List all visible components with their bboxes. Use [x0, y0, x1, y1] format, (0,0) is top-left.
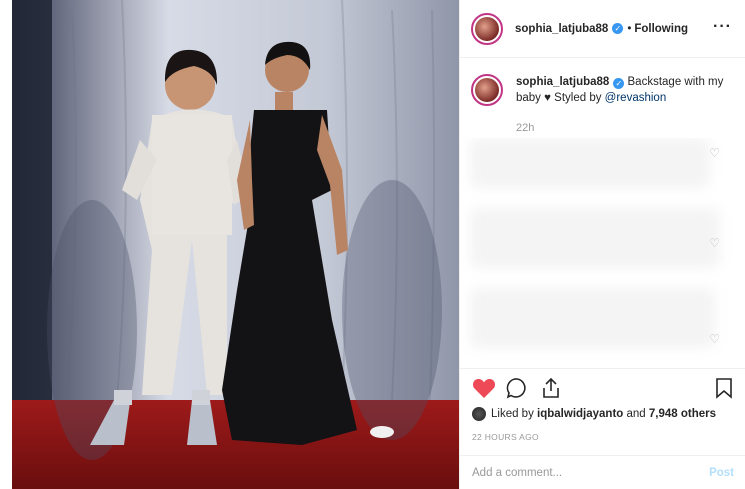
header-separator: • [627, 22, 632, 35]
share-icon[interactable] [540, 377, 562, 399]
post-timestamp[interactable]: 22 HOURS AGO [472, 432, 539, 442]
add-comment-bar: Post [460, 455, 745, 489]
liker-username[interactable]: iqbalwidjayanto [537, 408, 623, 420]
blurred-comment [470, 138, 710, 188]
post-header: sophia_latjuba88 ✓ • Following ··· [460, 0, 745, 58]
blurred-comment [470, 288, 715, 348]
author-username[interactable]: sophia_latjuba88 [515, 23, 608, 35]
caption-time[interactable]: 22h [516, 122, 534, 134]
comment-input[interactable] [472, 466, 710, 479]
action-bar [460, 368, 745, 406]
caption-username[interactable]: sophia_latjuba88 [516, 76, 609, 88]
caption-mention-link[interactable]: @revashion [605, 92, 667, 104]
photo-illustration [12, 0, 459, 489]
post-comment-button[interactable]: Post [709, 467, 734, 479]
post-side-panel: sophia_latjuba88 ✓ • Following ··· sophi… [459, 0, 745, 489]
caption-avatar[interactable] [471, 74, 503, 106]
following-button[interactable]: Following [634, 23, 688, 35]
author-avatar[interactable] [471, 12, 503, 45]
blurred-comment [470, 208, 720, 268]
heart-filled-icon[interactable] [472, 377, 496, 399]
bookmark-icon[interactable] [714, 377, 734, 399]
heart-outline-icon[interactable]: ♡ [709, 236, 720, 250]
verified-badge-icon: ✓ [613, 78, 625, 89]
caption-text: sophia_latjuba88 ✓ Backstage with my baby… [516, 74, 733, 106]
instagram-post-view: sophia_latjuba88 ✓ • Following ··· sophi… [0, 0, 745, 489]
liker-avatar[interactable] [472, 407, 486, 421]
likes-count-link[interactable]: 7,948 others [649, 408, 716, 420]
comment-icon[interactable] [506, 377, 528, 399]
more-icon[interactable]: ··· [713, 18, 732, 36]
heart-outline-icon[interactable]: ♡ [709, 332, 720, 346]
likes-summary: Liked by iqbalwidjayanto and 7,948 other… [472, 407, 716, 421]
post-photo[interactable] [12, 0, 459, 489]
caption: sophia_latjuba88 ✓ Backstage with my baby… [471, 74, 733, 106]
likes-prefix: Liked by [491, 408, 534, 420]
likes-middle: and [626, 408, 646, 420]
verified-badge-icon: ✓ [612, 23, 624, 34]
heart-outline-icon[interactable]: ♡ [709, 146, 720, 160]
comment-list: ♡ ♡ ♡ [460, 138, 745, 370]
